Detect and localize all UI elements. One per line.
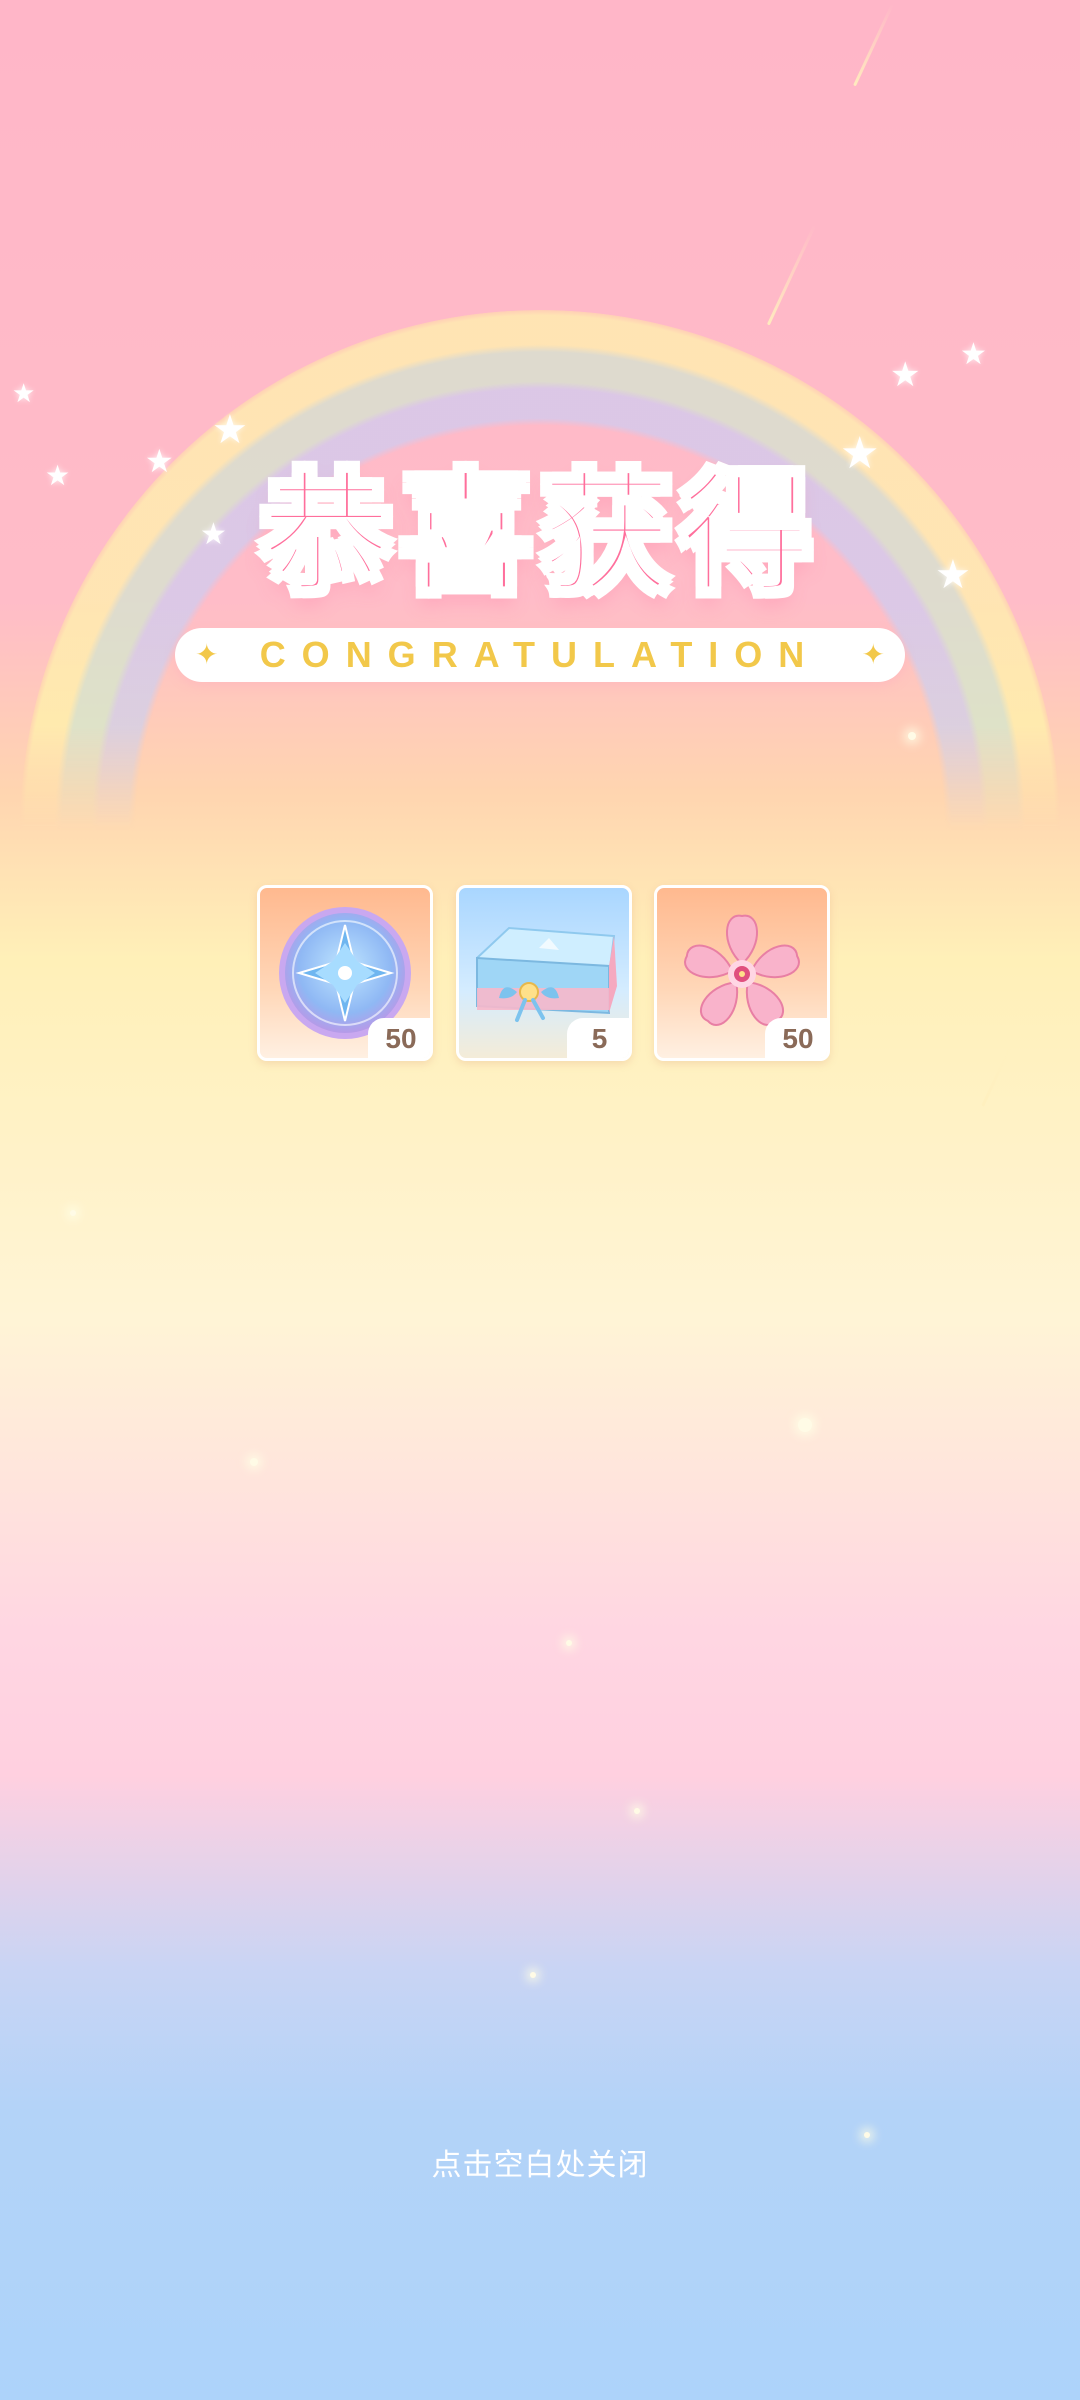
shooting-star-decoration	[853, 3, 894, 87]
reward-quantity: 5	[566, 1018, 629, 1058]
subtitle-banner: ✦ CONGRATULATION ✦	[175, 628, 905, 682]
reward-quantity: 50	[368, 1018, 430, 1058]
star-icon: ★	[890, 356, 921, 394]
shooting-star-decoration	[981, 1033, 1018, 1107]
sparkle-icon: ✦	[195, 639, 219, 670]
sparkle-decoration	[530, 1972, 536, 1978]
reward-item-gift-box[interactable]: 5	[455, 885, 632, 1061]
shooting-star-decoration	[766, 224, 817, 326]
reward-list: 50 5 50	[257, 885, 830, 1061]
sparkle-decoration	[798, 1418, 812, 1432]
sparkle-decoration	[250, 1458, 258, 1466]
star-icon: ★	[12, 378, 36, 408]
star-icon: ★	[960, 338, 987, 371]
reward-quantity: 50	[765, 1018, 827, 1058]
reward-popup-screen[interactable]: { "header": { "title": "恭喜获得", "subtitle…	[0, 0, 1080, 2400]
reward-item-star-coin[interactable]: 50	[257, 885, 433, 1061]
sparkle-decoration	[634, 1808, 640, 1814]
reward-item-cherry-blossom[interactable]: 50	[654, 885, 830, 1061]
sparkle-icon: ✦	[861, 639, 885, 670]
sparkle-decoration	[908, 732, 916, 740]
sparkle-decoration	[566, 1640, 572, 1646]
subtitle-text: CONGRATULATION	[259, 634, 821, 675]
reward-title: 恭喜获得	[258, 456, 820, 614]
sparkle-decoration	[70, 1210, 76, 1216]
close-hint-text[interactable]: 点击空白处关闭	[0, 2140, 1080, 2184]
sparkle-decoration	[864, 2132, 870, 2138]
